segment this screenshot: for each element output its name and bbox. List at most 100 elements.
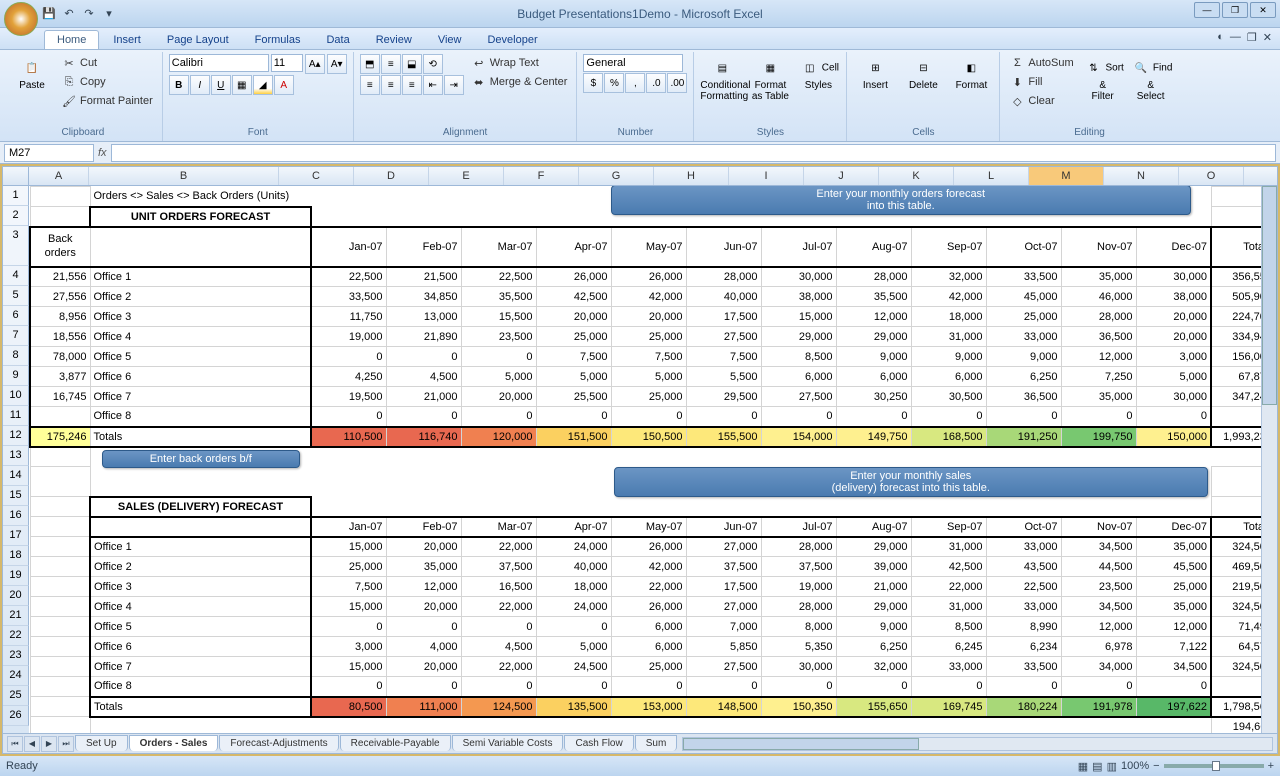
cell[interactable]	[30, 407, 90, 427]
cell[interactable]: 5,000	[611, 367, 686, 387]
cell[interactable]: 16,745	[30, 387, 90, 407]
conditional-formatting-button[interactable]: ▤Conditional Formatting	[700, 54, 744, 102]
cell[interactable]: 25,000	[611, 387, 686, 407]
cell[interactable]	[90, 717, 1211, 734]
cell[interactable]: 8,956	[30, 307, 90, 327]
cell[interactable]: 32,000	[911, 267, 986, 287]
cell[interactable]: 25,000	[986, 307, 1061, 327]
cell[interactable]: 116,740	[386, 427, 461, 447]
cell[interactable]: 5,500	[686, 367, 761, 387]
view-normal-icon[interactable]: ▦	[1078, 760, 1088, 773]
cell[interactable]: Enter your monthly orders forecast into …	[611, 187, 1211, 207]
cell[interactable]: 0	[686, 677, 761, 697]
cell[interactable]: Dec-07	[1136, 517, 1211, 537]
cell[interactable]: 22,500	[311, 267, 386, 287]
cell[interactable]: 33,500	[986, 657, 1061, 677]
insert-cells-button[interactable]: ⊞Insert	[853, 54, 897, 91]
minimize-button[interactable]: —	[1194, 2, 1220, 18]
cell[interactable]: Apr-07	[536, 517, 611, 537]
cell[interactable]: 0	[311, 617, 386, 637]
column-header[interactable]: F	[504, 167, 579, 185]
cell[interactable]: 20,000	[1136, 307, 1211, 327]
cell[interactable]: 30,000	[1136, 267, 1211, 287]
cell[interactable]: 15,500	[461, 307, 536, 327]
cell[interactable]: 42,000	[911, 287, 986, 307]
sheet-tab[interactable]: Sum	[635, 735, 678, 751]
cell[interactable]: Nov-07	[1061, 227, 1136, 267]
column-headers[interactable]: ABCDEFGHIJKLMNO	[3, 167, 1277, 186]
cell[interactable]: 35,500	[836, 287, 911, 307]
align-middle-icon[interactable]: ≡	[381, 54, 401, 74]
name-box[interactable]	[4, 144, 94, 162]
cell[interactable]: 38,000	[761, 287, 836, 307]
cell[interactable]: 0	[686, 407, 761, 427]
cell[interactable]: 18,556	[30, 327, 90, 347]
view-layout-icon[interactable]: ▤	[1092, 760, 1102, 773]
cell[interactable]: Office 8	[90, 407, 311, 427]
cell[interactable]: 35,500	[461, 287, 536, 307]
cell[interactable]: 25,000	[311, 557, 386, 577]
view-break-icon[interactable]: ▥	[1107, 760, 1117, 773]
tab-page-layout[interactable]: Page Layout	[155, 31, 241, 49]
wrap-text-button[interactable]: ↩Wrap Text	[468, 54, 571, 72]
row-header[interactable]: 19	[3, 566, 29, 586]
row-header[interactable]: 10	[3, 386, 29, 406]
cell[interactable]: 35,000	[1061, 267, 1136, 287]
row-header[interactable]: 24	[3, 666, 29, 686]
cell[interactable]: 151,500	[536, 427, 611, 447]
cell[interactable]: 15,000	[311, 597, 386, 617]
cell[interactable]: 31,000	[911, 537, 986, 557]
cell[interactable]: Office 7	[90, 387, 311, 407]
cell[interactable]: Office 6	[90, 367, 311, 387]
zoom-level[interactable]: 100%	[1121, 760, 1149, 772]
cell[interactable]: 6,000	[611, 617, 686, 637]
cell[interactable]: 18,000	[911, 307, 986, 327]
cell[interactable]: Apr-07	[536, 227, 611, 267]
cell[interactable]: 46,000	[1061, 287, 1136, 307]
cell[interactable]: 24,000	[536, 597, 611, 617]
cell[interactable]: Orders <> Sales <> Back Orders (Units)	[90, 187, 461, 207]
cell[interactable]: 27,500	[761, 387, 836, 407]
cell[interactable]: Jul-07	[761, 227, 836, 267]
cell[interactable]: 30,250	[836, 387, 911, 407]
minimize-ribbon-icon[interactable]: —	[1230, 31, 1241, 44]
comma-icon[interactable]: ,	[625, 73, 645, 93]
cell[interactable]: 0	[311, 407, 386, 427]
cell[interactable]: 0	[536, 677, 611, 697]
find-select-button[interactable]: 🔍Find & Select	[1129, 54, 1173, 102]
cell[interactable]: Totals	[90, 697, 311, 717]
cell[interactable]: 12,000	[836, 307, 911, 327]
row-header[interactable]: 8	[3, 346, 29, 366]
cell[interactable]: Jun-07	[686, 227, 761, 267]
cell[interactable]: Aug-07	[836, 517, 911, 537]
cell[interactable]: 40,000	[686, 287, 761, 307]
row-header[interactable]: 3	[3, 226, 29, 266]
cell[interactable]: 199,750	[1061, 427, 1136, 447]
cell[interactable]: Office 5	[90, 347, 311, 367]
cell[interactable]	[30, 467, 90, 497]
cell[interactable]: 22,000	[461, 537, 536, 557]
tab-insert[interactable]: Insert	[101, 31, 153, 49]
cell[interactable]: 4,000	[386, 637, 461, 657]
cell[interactable]: 120,000	[461, 427, 536, 447]
cell[interactable]: 34,500	[1061, 597, 1136, 617]
cell[interactable]: 3,877	[30, 367, 90, 387]
cell[interactable]: 9,000	[911, 347, 986, 367]
save-icon[interactable]: 💾	[40, 5, 58, 23]
cell[interactable]: 30,000	[1136, 387, 1211, 407]
cell[interactable]: 27,000	[686, 537, 761, 557]
sheet-tab[interactable]: Cash Flow	[564, 735, 633, 751]
row-headers[interactable]: 1234567891011121314151617181920212223242…	[3, 186, 29, 733]
align-bottom-icon[interactable]: ⬓	[402, 54, 422, 74]
cell[interactable]: 22,000	[461, 657, 536, 677]
tab-data[interactable]: Data	[314, 31, 361, 49]
row-header[interactable]: 11	[3, 406, 29, 426]
row-header[interactable]: 18	[3, 546, 29, 566]
cell[interactable]: Totals	[90, 427, 311, 447]
cell[interactable]	[30, 577, 90, 597]
cell[interactable]: 12,000	[1061, 347, 1136, 367]
sheet-tab[interactable]: Orders - Sales	[129, 735, 219, 751]
cell[interactable]: 32,000	[836, 657, 911, 677]
cell[interactable]: 150,350	[761, 697, 836, 717]
cell[interactable]	[30, 497, 90, 517]
